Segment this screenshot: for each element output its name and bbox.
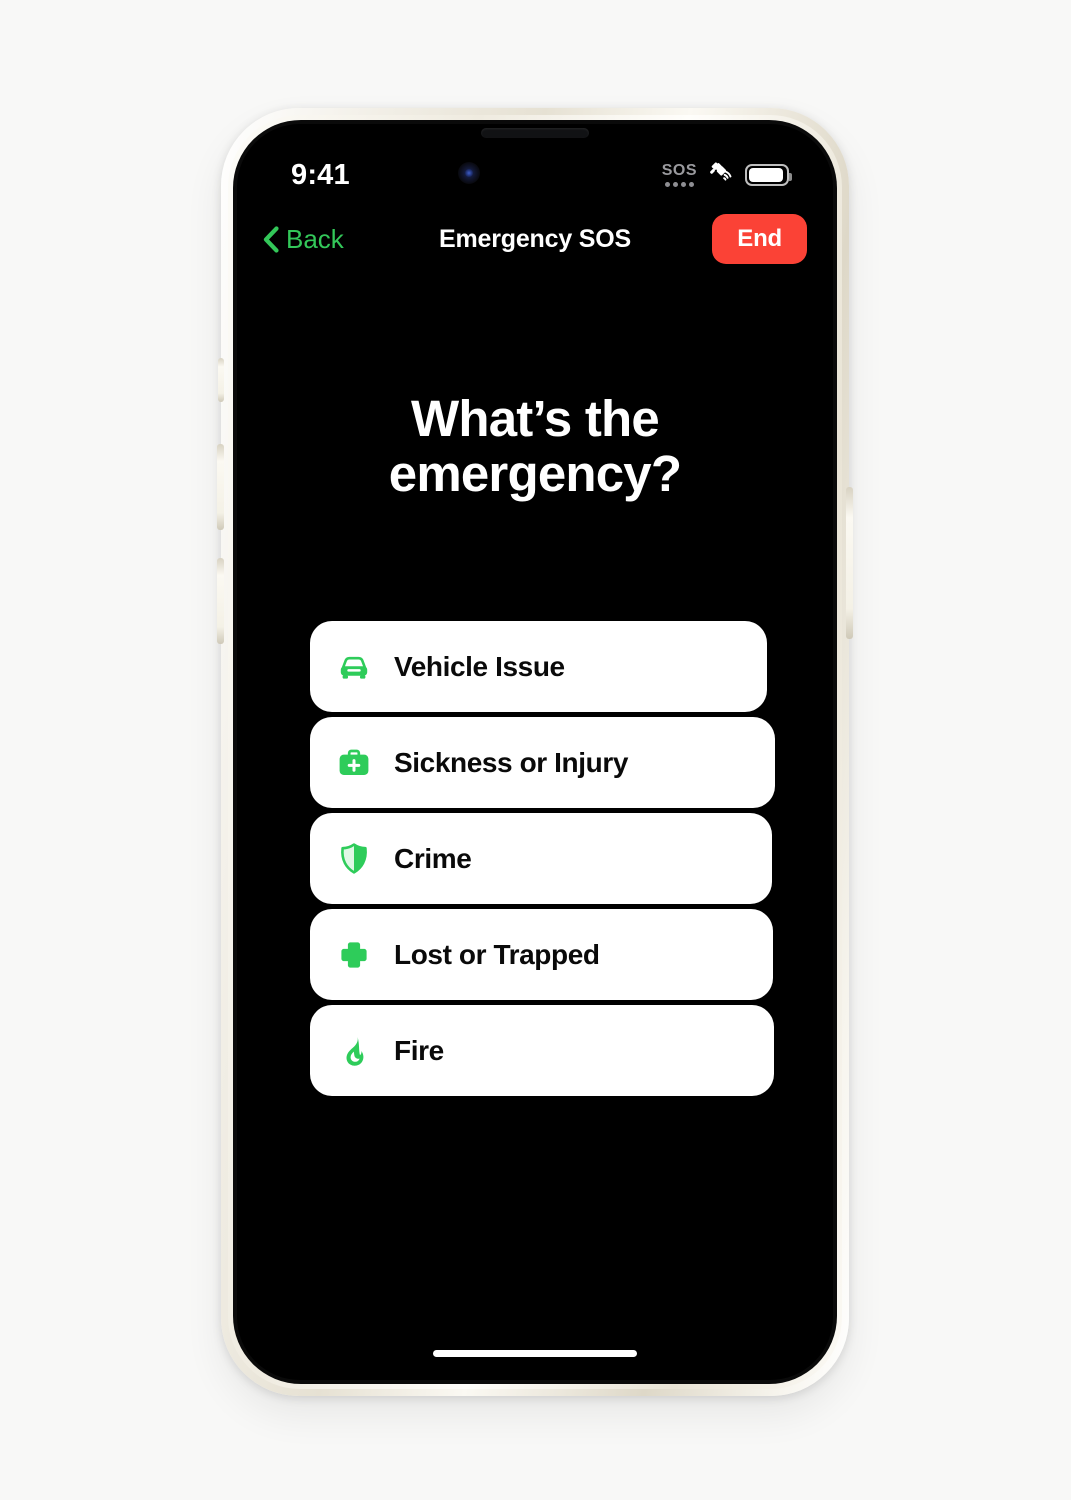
satellite-icon bbox=[708, 160, 734, 191]
option-label: Sickness or Injury bbox=[394, 746, 629, 778]
option-vehicle-issue[interactable]: Vehicle Issue bbox=[310, 621, 767, 712]
earpiece-speaker-slot bbox=[481, 128, 589, 138]
emergency-question-heading: What’s the emergency? bbox=[237, 391, 833, 501]
battery-icon bbox=[745, 164, 792, 186]
power-side-button[interactable] bbox=[846, 487, 853, 639]
sos-label: SOS bbox=[661, 162, 697, 179]
flame-icon bbox=[336, 1033, 372, 1069]
mute-switch-button[interactable] bbox=[218, 358, 224, 402]
end-call-button[interactable]: End bbox=[712, 214, 807, 264]
phone-screen: 9:41 SOS Back Emergency SOS End What’s t… bbox=[237, 124, 833, 1380]
option-fire[interactable]: Fire bbox=[310, 1005, 774, 1096]
sos-signal-dots bbox=[664, 182, 694, 187]
car-icon bbox=[336, 649, 372, 685]
option-label: Vehicle Issue bbox=[394, 650, 565, 682]
heading-line-1: What’s the bbox=[411, 390, 660, 447]
medical-kit-icon bbox=[336, 745, 372, 781]
status-bar-indicators: SOS bbox=[662, 160, 792, 191]
volume-up-button[interactable] bbox=[217, 444, 224, 530]
option-label: Fire bbox=[394, 1034, 444, 1066]
back-button-label: Back bbox=[286, 223, 344, 254]
plus-cross-icon bbox=[336, 937, 372, 973]
option-label: Crime bbox=[394, 842, 472, 874]
option-sickness-or-injury[interactable]: Sickness or Injury bbox=[310, 717, 775, 808]
status-bar: 9:41 SOS bbox=[237, 154, 833, 196]
emergency-options-list: Vehicle Issue Sickness or Injury Crime L… bbox=[237, 621, 833, 1096]
chevron-left-icon bbox=[263, 225, 279, 253]
option-label: Lost or Trapped bbox=[394, 938, 600, 970]
back-button[interactable]: Back bbox=[263, 224, 344, 255]
heading-line-2: emergency? bbox=[388, 445, 682, 503]
navigation-bar: Back Emergency SOS End bbox=[237, 210, 833, 268]
iphone-device: 9:41 SOS Back Emergency SOS End What’s t… bbox=[217, 108, 853, 1396]
option-lost-or-trapped[interactable]: Lost or Trapped bbox=[310, 909, 773, 1000]
sos-connection-indicator: SOS bbox=[662, 163, 697, 187]
volume-down-button[interactable] bbox=[217, 558, 224, 644]
option-crime[interactable]: Crime bbox=[310, 813, 772, 904]
status-bar-time: 9:41 bbox=[291, 158, 350, 191]
shield-icon bbox=[336, 841, 372, 877]
home-indicator[interactable] bbox=[433, 1350, 637, 1357]
